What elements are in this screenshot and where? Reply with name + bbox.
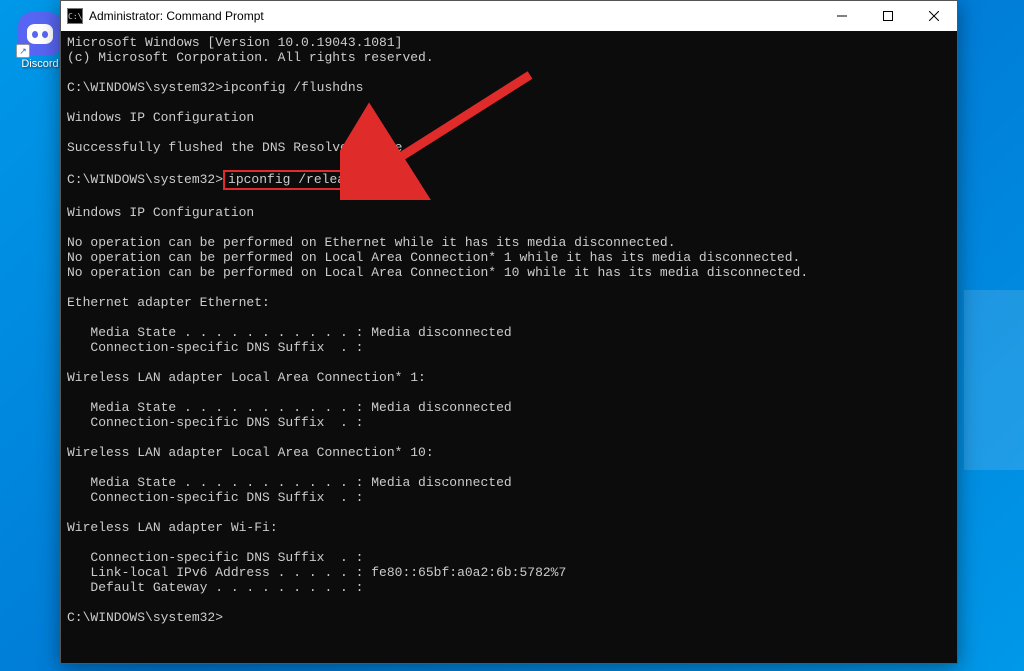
- terminal-line: Wireless LAN adapter Local Area Connecti…: [67, 445, 434, 460]
- terminal-prompt: C:\WINDOWS\system32>: [67, 80, 223, 95]
- terminal-output[interactable]: Microsoft Windows [Version 10.0.19043.10…: [61, 31, 957, 663]
- minimize-icon: [837, 11, 847, 21]
- discord-icon: ↗: [18, 12, 62, 56]
- terminal-line: No operation can be performed on Etherne…: [67, 235, 676, 250]
- command-prompt-window: C:\ Administrator: Command Prompt Micros…: [60, 0, 958, 664]
- terminal-line: Windows IP Configuration: [67, 205, 254, 220]
- terminal-line: Connection-specific DNS Suffix . :: [67, 415, 363, 430]
- terminal-line: No operation can be performed on Local A…: [67, 265, 808, 280]
- terminal-line: Media State . . . . . . . . . . . : Medi…: [67, 400, 512, 415]
- terminal-line: Connection-specific DNS Suffix . :: [67, 550, 363, 565]
- minimize-button[interactable]: [819, 1, 865, 31]
- cmd-icon: C:\: [67, 8, 83, 24]
- terminal-line: Microsoft Windows [Version 10.0.19043.10…: [67, 35, 402, 50]
- maximize-icon: [883, 11, 893, 21]
- terminal-line: No operation can be performed on Local A…: [67, 250, 800, 265]
- wallpaper-highlight: [964, 290, 1024, 470]
- terminal-line: Successfully flushed the DNS Resolver Ca…: [67, 140, 410, 155]
- terminal-line: Wireless LAN adapter Local Area Connecti…: [67, 370, 426, 385]
- terminal-line: Default Gateway . . . . . . . . . :: [67, 580, 363, 595]
- terminal-line: Windows IP Configuration: [67, 110, 254, 125]
- window-controls: [819, 1, 957, 31]
- terminal-line: Media State . . . . . . . . . . . : Medi…: [67, 475, 512, 490]
- terminal-prompt: C:\WINDOWS\system32>: [67, 610, 223, 625]
- terminal-line: Wireless LAN adapter Wi-Fi:: [67, 520, 278, 535]
- terminal-line: Connection-specific DNS Suffix . :: [67, 340, 363, 355]
- titlebar[interactable]: C:\ Administrator: Command Prompt: [61, 1, 957, 31]
- close-button[interactable]: [911, 1, 957, 31]
- terminal-prompt: C:\WINDOWS\system32>: [67, 172, 223, 187]
- window-title: Administrator: Command Prompt: [89, 9, 819, 23]
- highlighted-command: ipconfig /release: [223, 170, 366, 190]
- maximize-button[interactable]: [865, 1, 911, 31]
- terminal-line: Link-local IPv6 Address . . . . . : fe80…: [67, 565, 566, 580]
- terminal-command: ipconfig /flushdns: [223, 80, 363, 95]
- terminal-line: Connection-specific DNS Suffix . :: [67, 490, 363, 505]
- terminal-line: Media State . . . . . . . . . . . : Medi…: [67, 325, 512, 340]
- terminal-line: Ethernet adapter Ethernet:: [67, 295, 270, 310]
- terminal-line: (c) Microsoft Corporation. All rights re…: [67, 50, 434, 65]
- shortcut-arrow-icon: ↗: [16, 44, 30, 58]
- close-icon: [929, 11, 939, 21]
